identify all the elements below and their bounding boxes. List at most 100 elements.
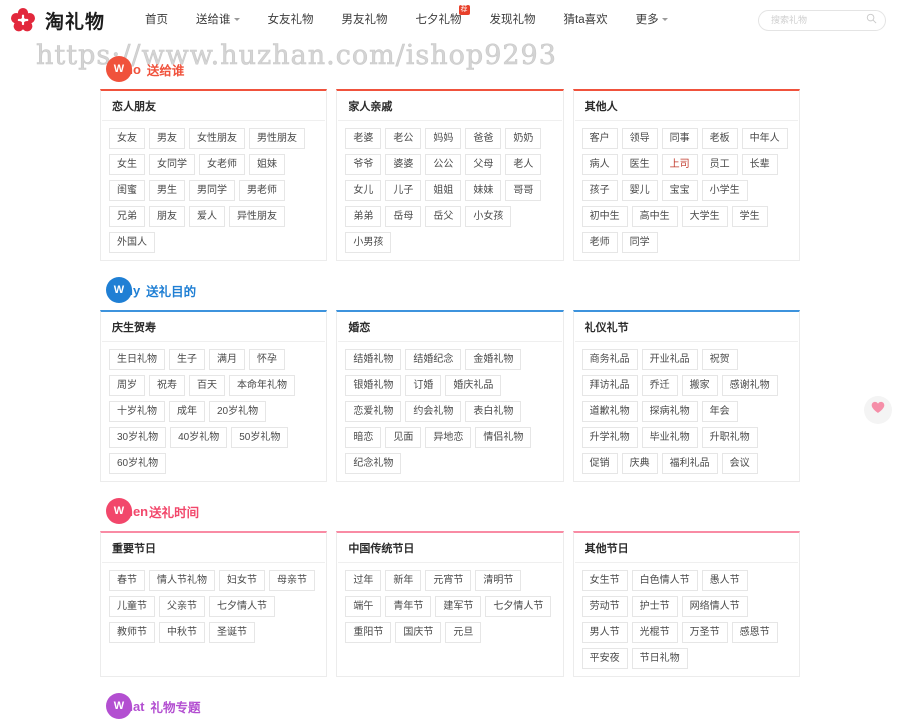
tag-item[interactable]: 开业礼品 bbox=[641, 349, 698, 370]
tag-item[interactable]: 网络情人节 bbox=[681, 596, 748, 617]
tag-item[interactable]: 劳动节 bbox=[581, 596, 628, 617]
tag-item[interactable]: 妇女节 bbox=[219, 570, 265, 591]
tag-item[interactable]: 爱人 bbox=[189, 206, 225, 227]
tag-item[interactable]: 生子 bbox=[169, 349, 205, 370]
tag-item[interactable]: 老公 bbox=[385, 128, 422, 149]
tag-item[interactable]: 乔迁 bbox=[641, 375, 678, 396]
tag-item[interactable]: 男友 bbox=[149, 128, 185, 149]
tag-item[interactable]: 学生 bbox=[731, 206, 768, 227]
tag-item[interactable]: 公公 bbox=[425, 154, 462, 175]
tag-item[interactable]: 婆婆 bbox=[385, 154, 422, 175]
search-box[interactable] bbox=[758, 9, 886, 31]
tag-item[interactable]: 员工 bbox=[701, 154, 738, 175]
tag-item[interactable]: 银婚礼物 bbox=[345, 375, 402, 396]
tag-item[interactable]: 纪念礼物 bbox=[345, 453, 402, 474]
tag-item[interactable]: 结婚礼物 bbox=[345, 349, 402, 370]
tag-item[interactable]: 建军节 bbox=[435, 596, 482, 617]
tag-item[interactable]: 女友 bbox=[109, 128, 145, 149]
nav-item-guess-like[interactable]: 猜ta喜欢 bbox=[550, 0, 622, 40]
tag-item[interactable]: 女生节 bbox=[581, 570, 628, 591]
tag-item[interactable]: 年会 bbox=[701, 401, 738, 422]
tag-item[interactable]: 清明节 bbox=[475, 570, 522, 591]
tag-item[interactable]: 情人节礼物 bbox=[149, 570, 215, 591]
tag-item[interactable]: 大学生 bbox=[681, 206, 728, 227]
tag-item[interactable]: 奶奶 bbox=[505, 128, 542, 149]
tag-item[interactable]: 妈妈 bbox=[425, 128, 462, 149]
tag-item[interactable]: 哥哥 bbox=[505, 180, 542, 201]
tag-item[interactable]: 同事 bbox=[661, 128, 698, 149]
tag-item[interactable]: 男生 bbox=[149, 180, 185, 201]
tag-item[interactable]: 万圣节 bbox=[681, 622, 728, 643]
tag-item[interactable]: 女性朋友 bbox=[189, 128, 245, 149]
tag-item[interactable]: 满月 bbox=[209, 349, 245, 370]
tag-item[interactable]: 父亲节 bbox=[159, 596, 205, 617]
nav-item-who[interactable]: 送给谁 bbox=[182, 0, 254, 40]
tag-item[interactable]: 异性朋友 bbox=[229, 206, 285, 227]
tag-item[interactable]: 女生 bbox=[109, 154, 145, 175]
tag-item[interactable]: 庆典 bbox=[621, 453, 658, 474]
tag-item[interactable]: 婴儿 bbox=[621, 180, 658, 201]
tag-item[interactable]: 女儿 bbox=[345, 180, 382, 201]
tag-item[interactable]: 高中生 bbox=[631, 206, 678, 227]
tag-item[interactable]: 50岁礼物 bbox=[231, 427, 289, 448]
tag-item[interactable]: 促销 bbox=[581, 453, 618, 474]
tag-item[interactable]: 小学生 bbox=[701, 180, 748, 201]
tag-item[interactable]: 重阳节 bbox=[345, 622, 392, 643]
tag-item[interactable]: 订婚 bbox=[405, 375, 442, 396]
tag-item[interactable]: 领导 bbox=[621, 128, 658, 149]
tag-item[interactable]: 老板 bbox=[701, 128, 738, 149]
tag-item[interactable]: 本命年礼物 bbox=[229, 375, 295, 396]
tag-item[interactable]: 愚人节 bbox=[701, 570, 748, 591]
tag-item[interactable]: 元旦 bbox=[445, 622, 482, 643]
tag-item[interactable]: 妹妹 bbox=[465, 180, 502, 201]
tag-item[interactable]: 过年 bbox=[345, 570, 382, 591]
tag-item[interactable]: 升学礼物 bbox=[581, 427, 638, 448]
tag-item[interactable]: 护士节 bbox=[631, 596, 678, 617]
tag-item[interactable]: 七夕情人节 bbox=[209, 596, 275, 617]
tag-item[interactable]: 岳父 bbox=[425, 206, 462, 227]
tag-item[interactable]: 孩子 bbox=[581, 180, 618, 201]
tag-item[interactable]: 异地恋 bbox=[425, 427, 472, 448]
tag-item[interactable]: 女老师 bbox=[199, 154, 245, 175]
tag-item[interactable]: 小男孩 bbox=[345, 232, 392, 253]
tag-item[interactable]: 会议 bbox=[721, 453, 758, 474]
tag-item[interactable]: 暗恋 bbox=[345, 427, 382, 448]
tag-item[interactable]: 端午 bbox=[345, 596, 382, 617]
search-icon[interactable] bbox=[866, 11, 877, 29]
tag-item[interactable]: 新年 bbox=[385, 570, 422, 591]
tag-item[interactable]: 约会礼物 bbox=[405, 401, 462, 422]
tag-item[interactable]: 毕业礼物 bbox=[641, 427, 698, 448]
tag-item[interactable]: 朋友 bbox=[149, 206, 185, 227]
tag-item[interactable]: 闺蜜 bbox=[109, 180, 145, 201]
tag-item[interactable]: 初中生 bbox=[581, 206, 628, 227]
tag-item[interactable]: 升职礼物 bbox=[701, 427, 758, 448]
tag-item[interactable]: 周岁 bbox=[109, 375, 145, 396]
tag-item[interactable]: 姐姐 bbox=[425, 180, 462, 201]
tag-item[interactable]: 长辈 bbox=[741, 154, 778, 175]
tag-item[interactable]: 探病礼物 bbox=[641, 401, 698, 422]
tag-item[interactable]: 30岁礼物 bbox=[109, 427, 167, 448]
logo[interactable]: 淘礼物 bbox=[10, 7, 105, 34]
tag-item[interactable]: 60岁礼物 bbox=[109, 453, 167, 474]
tag-item[interactable]: 七夕情人节 bbox=[485, 596, 552, 617]
tag-item[interactable]: 父母 bbox=[465, 154, 502, 175]
tag-item[interactable]: 怀孕 bbox=[249, 349, 285, 370]
tag-item[interactable]: 岳母 bbox=[385, 206, 422, 227]
tag-item[interactable]: 青年节 bbox=[385, 596, 432, 617]
tag-item[interactable]: 春节 bbox=[109, 570, 145, 591]
tag-item[interactable]: 成年 bbox=[169, 401, 205, 422]
nav-item-girlfriend-gift[interactable]: 女友礼物 bbox=[254, 0, 328, 40]
tag-item[interactable]: 道歉礼物 bbox=[581, 401, 638, 422]
tag-item[interactable]: 表白礼物 bbox=[465, 401, 522, 422]
tag-item[interactable]: 老师 bbox=[581, 232, 618, 253]
tag-item[interactable]: 宝宝 bbox=[661, 180, 698, 201]
tag-item[interactable]: 祝贺 bbox=[701, 349, 738, 370]
tag-item[interactable]: 拜访礼品 bbox=[581, 375, 638, 396]
tag-item[interactable]: 感谢礼物 bbox=[721, 375, 778, 396]
tag-item[interactable]: 见面 bbox=[385, 427, 422, 448]
tag-item[interactable]: 女同学 bbox=[149, 154, 195, 175]
tag-item[interactable]: 圣诞节 bbox=[209, 622, 255, 643]
tag-item[interactable]: 中秋节 bbox=[159, 622, 205, 643]
nav-item-qixi-gift[interactable]: 七夕礼物 荐 bbox=[402, 0, 476, 40]
tag-item[interactable]: 儿子 bbox=[385, 180, 422, 201]
